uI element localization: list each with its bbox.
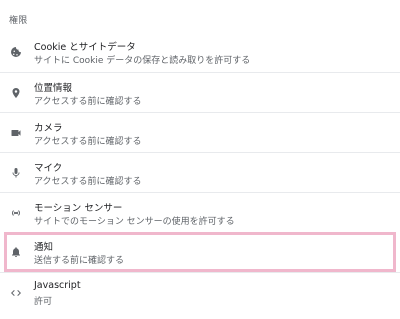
motion-sensor-icon [9,206,23,220]
permissions-list: Cookie とサイトデータ サイトに Cookie データの保存と読み取りを許… [0,32,400,312]
section-title: 権限 [9,16,28,26]
permission-status: 許可 [34,297,53,307]
permission-status: アクセスする前に確認する [34,177,142,187]
permission-label: モーション センサー [34,203,123,214]
permission-status: アクセスする前に確認する [34,137,142,147]
permission-row-microphone[interactable]: マイク アクセスする前に確認する [0,152,400,192]
cookie-icon [9,45,23,59]
bell-icon [9,245,23,259]
code-brackets-icon [9,286,23,300]
permission-status: サイトでのモーション センサーの使用を許可する [34,217,235,227]
location-pin-icon [9,86,23,100]
permission-label: Cookie とサイトデータ [34,42,136,53]
microphone-icon [9,166,23,180]
permission-label: 位置情報 [34,83,73,94]
permission-row-camera[interactable]: カメラ アクセスする前に確認する [0,112,400,152]
permission-label: カメラ [34,123,63,134]
permission-status: 送信する前に確認する [34,256,125,266]
permission-row-cookies[interactable]: Cookie とサイトデータ サイトに Cookie データの保存と読み取りを許… [0,32,400,72]
permission-row-javascript[interactable]: Javascript 許可 [0,272,400,312]
permission-row-location[interactable]: 位置情報 アクセスする前に確認する [0,72,400,112]
permission-label: マイク [34,163,63,174]
camera-icon [9,126,23,140]
permission-label: Javascript [34,280,81,291]
permission-row-notifications[interactable]: 通知 送信する前に確認する [4,232,396,272]
permission-row-motion-sensors[interactable]: モーション センサー サイトでのモーション センサーの使用を許可する [0,192,400,232]
permission-status: アクセスする前に確認する [34,97,142,107]
permission-status: サイトに Cookie データの保存と読み取りを許可する [34,56,251,66]
permission-label: 通知 [34,242,54,253]
